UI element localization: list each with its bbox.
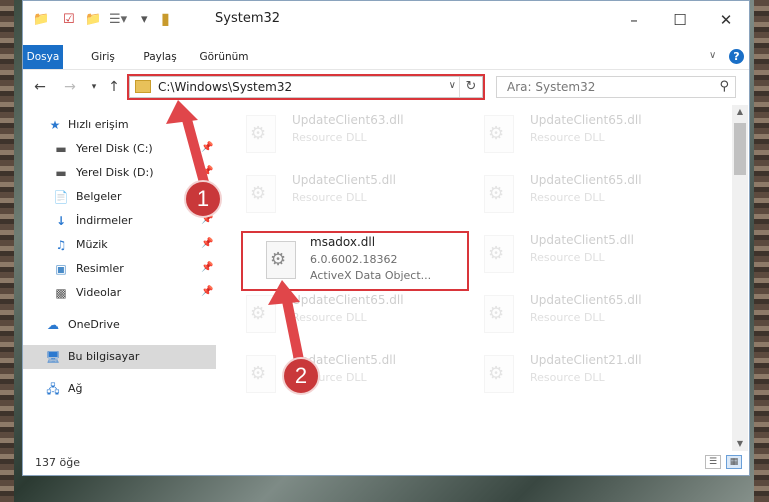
arrowhead-2 xyxy=(268,280,300,305)
arrowhead-1 xyxy=(166,100,198,124)
callout-arrow-2 xyxy=(281,291,305,370)
annotation-arrows xyxy=(166,100,305,370)
callout-badge-1: 1 xyxy=(184,180,222,218)
callout-arrow-1 xyxy=(181,111,210,191)
callout-badge-2: 2 xyxy=(282,357,320,395)
